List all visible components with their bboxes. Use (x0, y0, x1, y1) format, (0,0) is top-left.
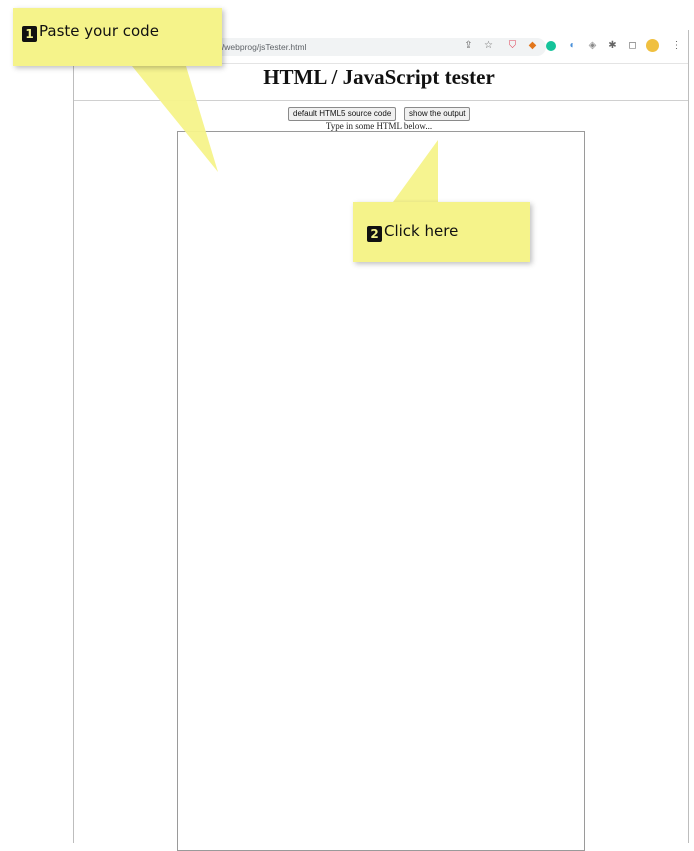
callout-2-pointer (393, 140, 438, 202)
callout-click-here: 2 Click here (353, 202, 530, 262)
callout-1-number: 1 (22, 26, 37, 42)
callout-1-pointer (132, 66, 218, 172)
callout-2-text: Click here (384, 222, 459, 240)
callout-2-number: 2 (367, 226, 382, 242)
callout-pointers (132, 66, 438, 202)
callout-paste-code: 1 Paste your code (13, 8, 222, 66)
callout-1-text: Paste your code (39, 22, 159, 40)
